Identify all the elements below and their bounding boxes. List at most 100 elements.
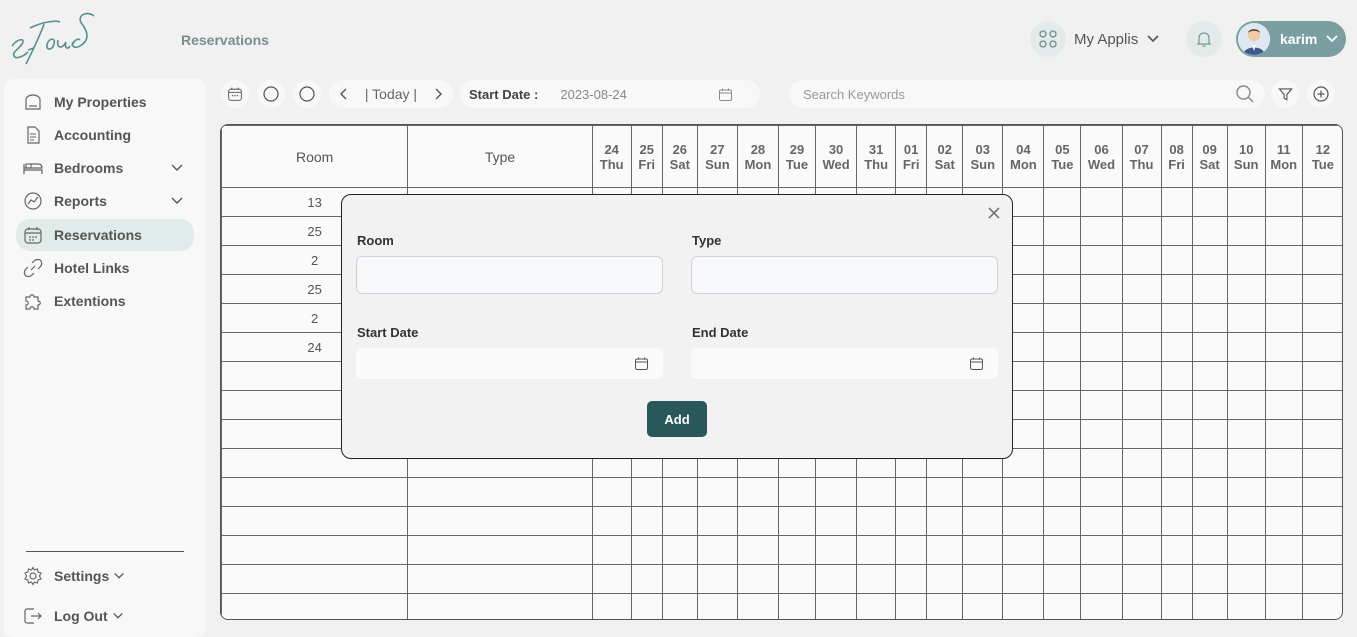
day-cell[interactable] [1002, 535, 1045, 565]
day-cell[interactable] [1043, 187, 1082, 217]
day-cell[interactable] [1301, 361, 1342, 391]
day-cell[interactable] [962, 593, 1004, 619]
day-cell[interactable] [777, 593, 817, 619]
day-cell[interactable] [1226, 506, 1266, 536]
day-cell[interactable] [1160, 245, 1193, 275]
day-cell[interactable] [1226, 564, 1266, 594]
day-cell[interactable] [661, 506, 698, 536]
day-cell[interactable] [1301, 303, 1342, 333]
day-cell[interactable] [1301, 390, 1342, 420]
day-cell[interactable] [1191, 448, 1228, 478]
day-cell[interactable] [591, 564, 632, 594]
day-cell[interactable] [1264, 361, 1303, 391]
day-cell[interactable] [1226, 448, 1266, 478]
day-cell[interactable] [1191, 245, 1228, 275]
day-cell[interactable] [630, 593, 663, 619]
day-cell[interactable] [1264, 564, 1303, 594]
day-cell[interactable] [1121, 390, 1162, 420]
day-cell[interactable] [1264, 245, 1303, 275]
day-cell[interactable] [1121, 477, 1162, 507]
day-cell[interactable] [1121, 535, 1162, 565]
day-cell[interactable] [1121, 506, 1162, 536]
day-cell[interactable] [696, 564, 738, 594]
day-cell[interactable] [1160, 419, 1193, 449]
day-cell[interactable] [1043, 506, 1082, 536]
day-cell[interactable] [926, 506, 964, 536]
day-cell[interactable] [1226, 361, 1266, 391]
day-cell[interactable] [1080, 477, 1123, 507]
day-cell[interactable] [962, 506, 1004, 536]
day-cell[interactable] [777, 535, 817, 565]
day-cell[interactable] [1080, 535, 1123, 565]
day-cell[interactable] [1080, 390, 1123, 420]
add-reservation-button[interactable] [1307, 80, 1335, 108]
day-cell[interactable] [1226, 419, 1266, 449]
day-cell[interactable] [777, 506, 817, 536]
day-cell[interactable] [962, 535, 1004, 565]
day-cell[interactable] [1191, 535, 1228, 565]
view-option-button[interactable] [293, 80, 321, 108]
day-cell[interactable] [1043, 274, 1082, 304]
day-cell[interactable] [1160, 564, 1193, 594]
day-cell[interactable] [815, 593, 858, 619]
day-cell[interactable] [1264, 593, 1303, 619]
sidebar-item-extentions[interactable]: Extentions [16, 285, 194, 317]
day-cell[interactable] [1191, 303, 1228, 333]
day-cell[interactable] [630, 477, 663, 507]
day-cell[interactable] [1080, 419, 1123, 449]
day-cell[interactable] [1160, 303, 1193, 333]
day-cell[interactable] [696, 593, 738, 619]
day-cell[interactable] [856, 593, 897, 619]
day-cell[interactable] [1301, 187, 1342, 217]
day-cell[interactable] [1264, 535, 1303, 565]
day-cell[interactable] [1160, 361, 1193, 391]
day-cell[interactable] [696, 535, 738, 565]
day-cell[interactable] [1121, 361, 1162, 391]
day-cell[interactable] [1080, 361, 1123, 391]
day-cell[interactable] [1301, 535, 1342, 565]
day-cell[interactable] [1301, 216, 1342, 246]
day-cell[interactable] [1191, 332, 1228, 362]
day-cell[interactable] [895, 506, 928, 536]
day-cell[interactable] [696, 506, 738, 536]
day-cell[interactable] [1264, 332, 1303, 362]
sidebar-item-reservations[interactable]: Reservations [16, 219, 194, 251]
day-cell[interactable] [1191, 187, 1228, 217]
day-cell[interactable] [630, 535, 663, 565]
day-cell[interactable] [1160, 187, 1193, 217]
day-cell[interactable] [1043, 419, 1082, 449]
sidebar-item-hotel-links[interactable]: Hotel Links [16, 252, 194, 284]
day-cell[interactable] [1080, 564, 1123, 594]
day-cell[interactable] [1043, 593, 1082, 619]
day-cell[interactable] [630, 506, 663, 536]
end-date-field[interactable] [691, 348, 998, 379]
day-cell[interactable] [1160, 535, 1193, 565]
user-menu[interactable]: karim [1236, 21, 1346, 57]
day-cell[interactable] [1264, 477, 1303, 507]
day-cell[interactable] [1160, 593, 1193, 619]
day-cell[interactable] [1226, 274, 1266, 304]
day-cell[interactable] [591, 593, 632, 619]
day-cell[interactable] [962, 564, 1004, 594]
day-cell[interactable] [591, 477, 632, 507]
day-cell[interactable] [856, 477, 897, 507]
day-cell[interactable] [1264, 419, 1303, 449]
day-cell[interactable] [1080, 332, 1123, 362]
day-cell[interactable] [1080, 274, 1123, 304]
day-cell[interactable] [1226, 390, 1266, 420]
sidebar-item-bedrooms[interactable]: Bedrooms [16, 152, 194, 184]
day-cell[interactable] [1121, 216, 1162, 246]
brand-logo[interactable] [8, 8, 98, 70]
day-cell[interactable] [1121, 274, 1162, 304]
notifications-button[interactable] [1186, 21, 1222, 57]
day-cell[interactable] [1226, 535, 1266, 565]
add-button[interactable]: Add [647, 401, 707, 437]
day-cell[interactable] [1121, 448, 1162, 478]
day-cell[interactable] [1121, 187, 1162, 217]
day-cell[interactable] [1043, 448, 1082, 478]
view-option-button[interactable] [257, 80, 285, 108]
sidebar-item-my-properties[interactable]: My Properties [16, 86, 194, 118]
close-icon[interactable] [986, 205, 1002, 221]
day-cell[interactable] [736, 506, 779, 536]
sidebar-item-settings[interactable]: Settings [16, 560, 194, 592]
